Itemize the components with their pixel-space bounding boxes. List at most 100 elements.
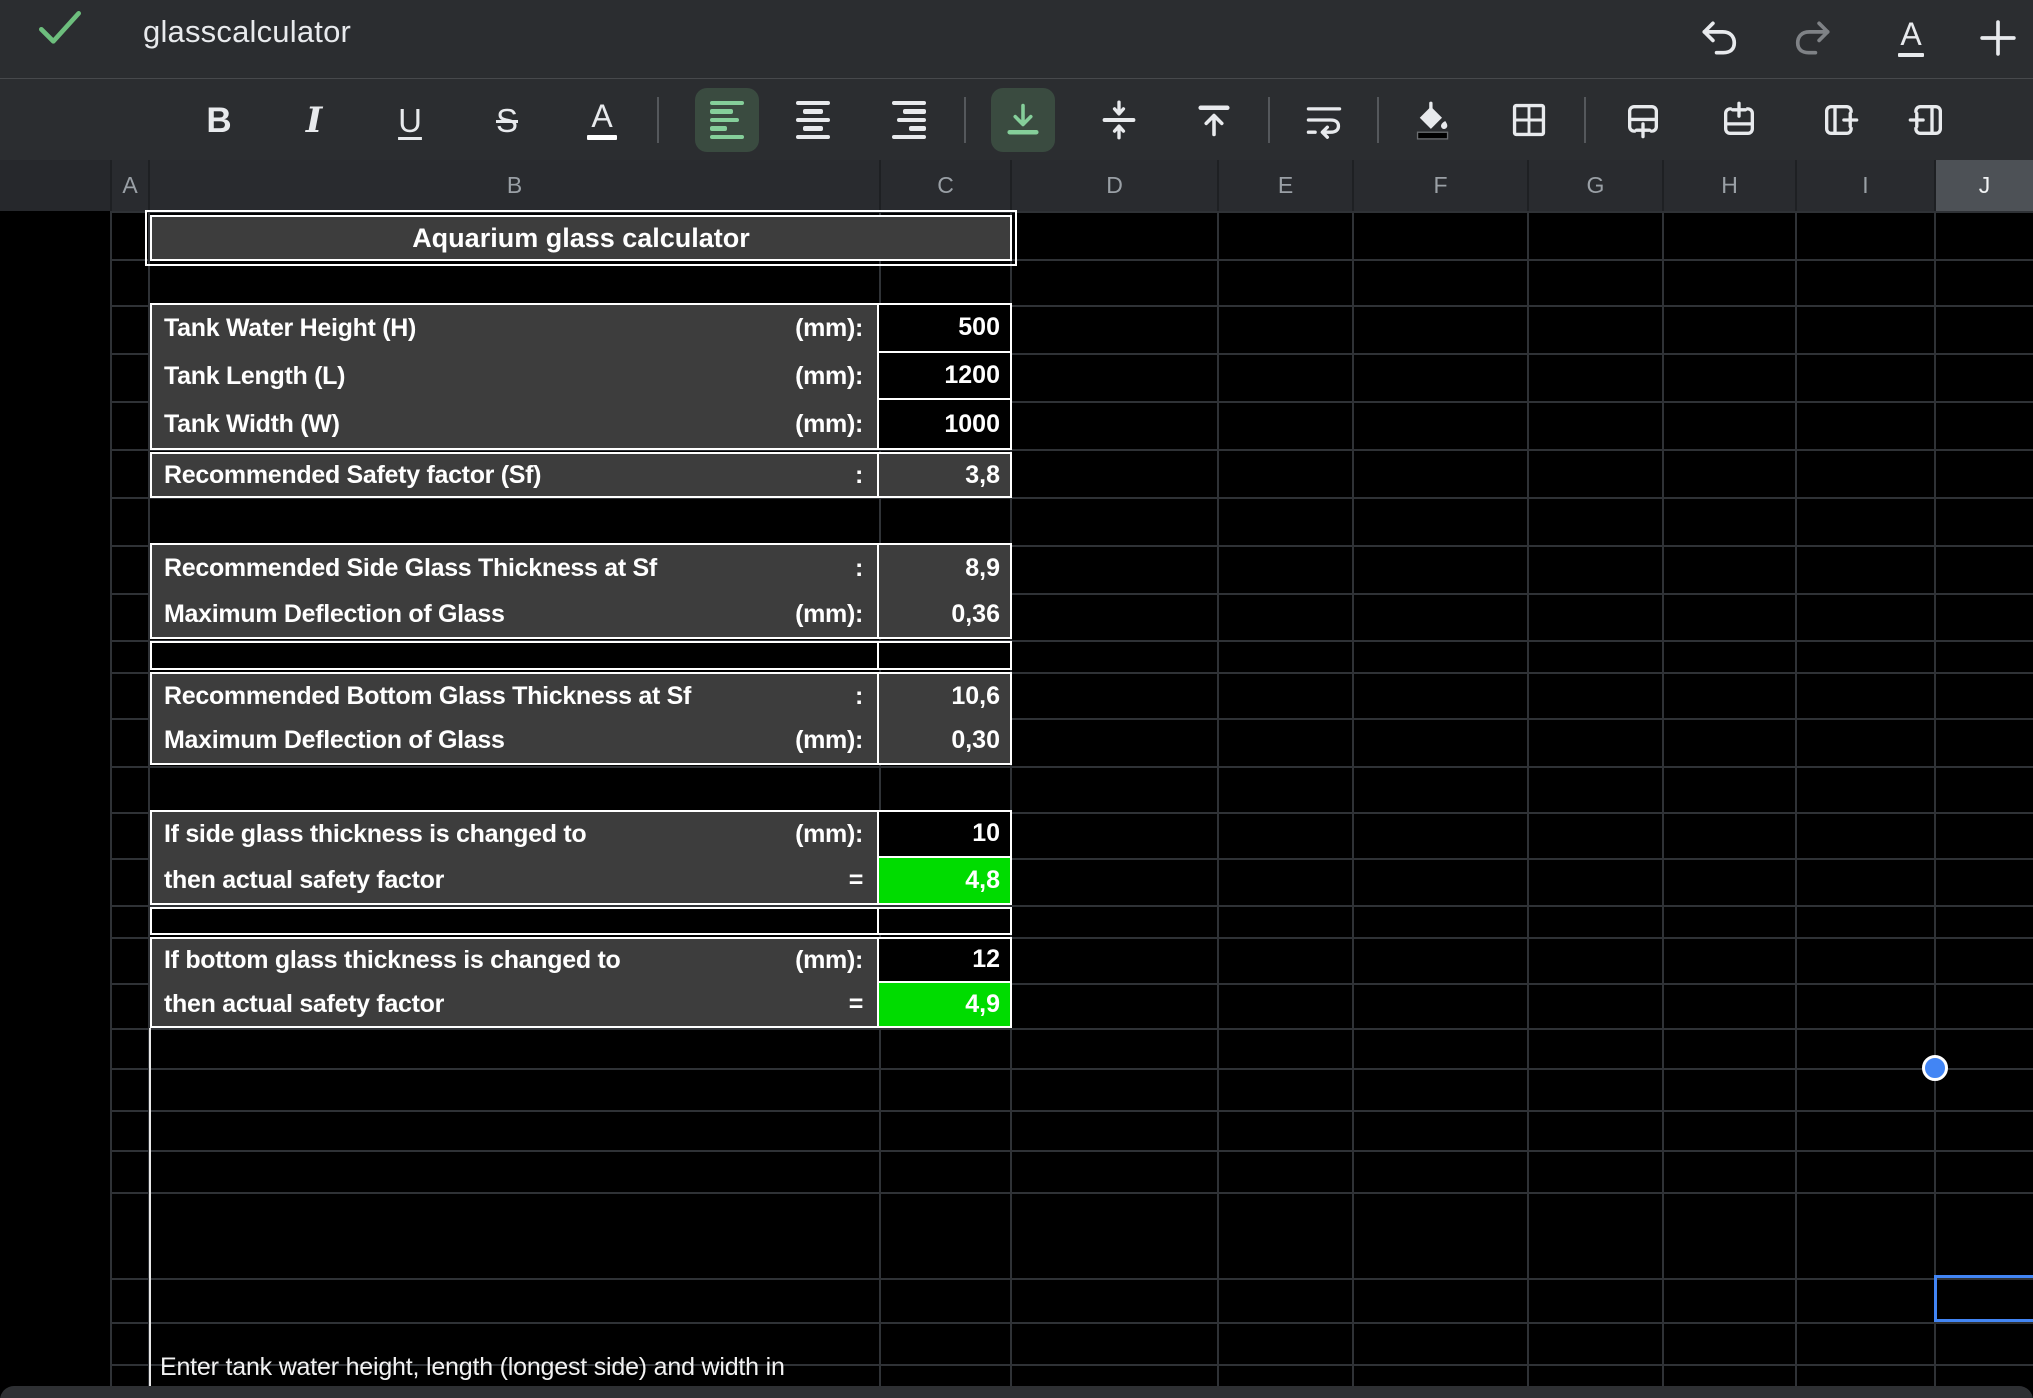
- row-side-deflection: Maximum Deflection of Glass(mm): 0,36: [152, 591, 1010, 637]
- gridline-vertical: [1795, 211, 1797, 1386]
- gridline-horizontal: [110, 1150, 2033, 1152]
- cell-B8[interactable]: Recommended Side Glass Thickness at Sf:: [152, 545, 877, 591]
- spacer-row-10[interactable]: [150, 641, 1012, 670]
- cell-B15[interactable]: then actual safety factor=: [152, 858, 877, 904]
- insert-column-right-button[interactable]: [1808, 88, 1872, 152]
- cell-C15[interactable]: 4,8: [877, 858, 1010, 904]
- valign-top-icon: [1194, 100, 1234, 140]
- bold-button[interactable]: B: [187, 88, 251, 152]
- row-tank-height: Tank Water Height (H)(mm): 500: [152, 305, 1010, 353]
- tank-dimensions-box: Tank Water Height (H)(mm): 500 Tank Leng…: [150, 303, 1012, 450]
- toolbar-divider: [1268, 97, 1270, 143]
- cell-C18[interactable]: 4,9: [877, 983, 1010, 1027]
- fill-color-button[interactable]: [1400, 88, 1464, 152]
- cell-C4[interactable]: 1200: [877, 353, 1010, 401]
- row-whatif-bottom-thickness: If bottom glass thickness is changed to(…: [152, 939, 1010, 983]
- column-header-h[interactable]: H: [1662, 160, 1795, 211]
- insert-column-left-icon: [1907, 100, 1947, 140]
- insert-row-below-button[interactable]: [1611, 88, 1675, 152]
- valign-middle-button[interactable]: [1087, 88, 1151, 152]
- cell-B3[interactable]: Tank Water Height (H)(mm):: [152, 305, 877, 353]
- cell-C3[interactable]: 500: [877, 305, 1010, 353]
- row-whatif-bottom-result: then actual safety factor= 4,9: [152, 983, 1010, 1027]
- cell-B12[interactable]: Maximum Deflection of Glass(mm):: [152, 719, 877, 764]
- italic-button[interactable]: I: [282, 88, 346, 152]
- whatif-side-box: If side glass thickness is changed to(mm…: [150, 810, 1012, 905]
- row-bottom-deflection: Maximum Deflection of Glass(mm): 0,30: [152, 719, 1010, 764]
- align-right-icon: [892, 101, 926, 140]
- whatif-bottom-box: If bottom glass thickness is changed to(…: [150, 937, 1012, 1028]
- borders-button[interactable]: [1497, 88, 1561, 152]
- insert-row-below-icon: [1623, 100, 1663, 140]
- valign-bottom-button[interactable]: [991, 88, 1055, 152]
- align-center-button[interactable]: [781, 88, 845, 152]
- sheet-title-cell[interactable]: Aquarium glass calculator: [152, 217, 1010, 259]
- column-header-d[interactable]: D: [1010, 160, 1217, 211]
- strikethrough-button[interactable]: S: [475, 88, 539, 152]
- document-title[interactable]: glasscalculator: [143, 14, 351, 50]
- row-tank-length: Tank Length (L)(mm): 1200: [152, 353, 1010, 401]
- toolbar-divider: [964, 97, 966, 143]
- gridline-horizontal: [110, 1192, 2033, 1194]
- add-button[interactable]: [1970, 10, 2026, 66]
- text-format-button[interactable]: A: [1883, 10, 1939, 66]
- column-header-c[interactable]: C: [879, 160, 1010, 211]
- cell-B11[interactable]: Recommended Bottom Glass Thickness at Sf…: [152, 674, 877, 719]
- column-header-i[interactable]: I: [1795, 160, 1934, 211]
- bottom-sheet-edge: [0, 1386, 2033, 1398]
- cell-C14[interactable]: 10: [877, 812, 1010, 858]
- row-side-thickness: Recommended Side Glass Thickness at Sf: …: [152, 545, 1010, 591]
- spreadsheet-app: glasscalculator A B I U S A: [0, 0, 2033, 1398]
- cell-B9[interactable]: Maximum Deflection of Glass(mm):: [152, 591, 877, 637]
- cell-C6[interactable]: 3,8: [877, 454, 1010, 496]
- cell-B17[interactable]: If bottom glass thickness is changed to(…: [152, 939, 877, 983]
- align-left-button[interactable]: [695, 88, 759, 152]
- spacer-row-16[interactable]: [150, 907, 1012, 935]
- column-header-g[interactable]: G: [1527, 160, 1662, 211]
- gridline-horizontal: [110, 1322, 2033, 1324]
- gridline-vertical: [1217, 211, 1219, 1386]
- text-wrap-button[interactable]: [1292, 88, 1356, 152]
- align-right-button[interactable]: [877, 88, 941, 152]
- cell-C11[interactable]: 10,6: [877, 674, 1010, 719]
- toolbar-divider: [657, 97, 659, 143]
- cell-title-box[interactable]: Aquarium glass calculator: [150, 215, 1012, 261]
- done-check-icon[interactable]: [36, 8, 84, 48]
- column-header-a[interactable]: A: [110, 160, 148, 211]
- title-bar: glasscalculator A: [0, 0, 2033, 78]
- bottom-glass-box: Recommended Bottom Glass Thickness at Sf…: [150, 672, 1012, 765]
- cell-B18[interactable]: then actual safety factor=: [152, 983, 877, 1027]
- cell-C9[interactable]: 0,36: [877, 591, 1010, 637]
- column-header-j[interactable]: J: [1934, 160, 2033, 211]
- valign-top-button[interactable]: [1182, 88, 1246, 152]
- column-headers: ABCDEFGHIJ: [0, 160, 2033, 211]
- select-all-corner[interactable]: [0, 160, 110, 211]
- undo-button[interactable]: [1691, 10, 1747, 66]
- cell-C12[interactable]: 0,30: [877, 719, 1010, 764]
- cell-C5[interactable]: 1000: [877, 400, 1010, 448]
- text-format-letter: A: [1900, 19, 1921, 49]
- column-header-f[interactable]: F: [1352, 160, 1527, 211]
- underline-button[interactable]: U: [378, 88, 442, 152]
- cell-C8[interactable]: 8,9: [877, 545, 1010, 591]
- text-color-button[interactable]: A: [570, 88, 634, 152]
- selection-handle[interactable]: [1922, 1055, 1948, 1081]
- grid-canvas[interactable]: Aquarium glass calculator Tank Water Hei…: [0, 211, 2033, 1398]
- cell-B6[interactable]: Recommended Safety factor (Sf):: [152, 454, 877, 496]
- insert-column-left-button[interactable]: [1895, 88, 1959, 152]
- selection-border-bottom: [1934, 1319, 2033, 1322]
- column-header-b[interactable]: B: [148, 160, 879, 211]
- cell-B14[interactable]: If side glass thickness is changed to(mm…: [152, 812, 877, 858]
- insert-row-above-button[interactable]: [1707, 88, 1771, 152]
- gridline-horizontal: [110, 766, 2033, 768]
- cell-B5[interactable]: Tank Width (W)(mm):: [152, 400, 877, 448]
- fill-color-icon: [1412, 100, 1452, 140]
- align-left-icon: [710, 101, 744, 140]
- column-header-e[interactable]: E: [1217, 160, 1352, 211]
- selection-border-left: [1934, 1275, 1937, 1322]
- cell-C17[interactable]: 12: [877, 939, 1010, 983]
- selection-border-top: [1934, 1275, 2033, 1278]
- redo-button[interactable]: [1785, 10, 1841, 66]
- cell-B4[interactable]: Tank Length (L)(mm):: [152, 353, 877, 401]
- gridline-horizontal: [110, 211, 2033, 213]
